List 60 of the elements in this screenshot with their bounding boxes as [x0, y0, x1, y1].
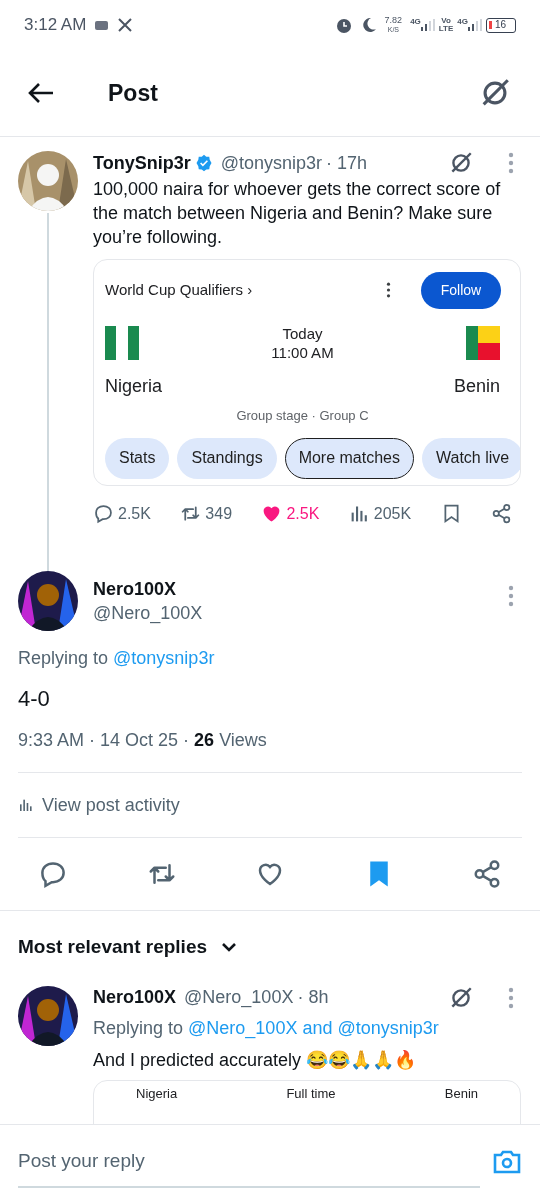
post-text: 100,000 naira for whoever gets the correct score of the match between Nigeria and Benin? Make sure you’re following.: [93, 178, 502, 249]
more-options-icon[interactable]: [386, 282, 391, 298]
network-type: 4G: [410, 16, 421, 28]
reply-icon: [93, 503, 114, 524]
volte-label: Vo: [441, 17, 451, 25]
kickoff-time: 11:00 AM: [271, 343, 334, 362]
replying-to-text: Replying to @Nero_100X and @tonysnip3r: [93, 1016, 440, 1041]
alarm-icon: [334, 16, 353, 34]
like-button[interactable]: 2.5K: [261, 501, 320, 526]
share-button[interactable]: [490, 503, 512, 524]
x-logo-icon: [118, 18, 133, 32]
sort-dropdown[interactable]: Most relevant replies: [18, 933, 238, 962]
flag-icon: [466, 326, 500, 360]
reply-icon[interactable]: [38, 859, 68, 889]
network-type: 4G: [457, 16, 468, 28]
match-day: Today: [282, 324, 323, 343]
chevron-down-icon: [221, 942, 238, 953]
back-icon[interactable]: [28, 82, 54, 104]
status-time: 3:12 AM: [24, 14, 87, 37]
post-text: 4-0: [18, 685, 51, 713]
post-meta: 9:33 AM · 14 Oct 25 · 26 Views: [18, 729, 268, 752]
team-name: Nigeria: [136, 1084, 178, 1103]
page-title: Post: [108, 78, 158, 108]
author-handle: @Nero_100X: [93, 602, 204, 625]
battery-level: 16: [495, 20, 507, 30]
network-speed: 7.82: [384, 16, 403, 25]
views-button[interactable]: 205K: [348, 501, 412, 526]
author-handle: @Nero_100X: [184, 986, 294, 1010]
share-icon: [490, 503, 512, 524]
match-stage: Group stage · Group C: [236, 407, 369, 425]
team-name: Nigeria: [105, 375, 164, 398]
team-name: Benin: [453, 375, 500, 398]
views-icon: [18, 797, 34, 813]
post-time: · 8h: [297, 986, 329, 1009]
chip-tab[interactable]: Standings: [177, 437, 277, 479]
team-name: Benin: [444, 1084, 478, 1103]
volte-label: LTE: [438, 25, 454, 33]
author-name: Nero100X: [93, 986, 177, 1009]
competition-link[interactable]: World Cup Qualifiers ›: [105, 278, 253, 302]
author-name: Nero100X: [93, 578, 178, 601]
repost-button[interactable]: 349: [180, 501, 233, 526]
chip-tab[interactable]: Watch live: [422, 437, 520, 479]
author-handle: @tonysnip3r: [220, 151, 322, 175]
reply-button[interactable]: 2.5K: [93, 501, 151, 526]
match-status: Full time: [286, 1084, 336, 1103]
chip-tab[interactable]: Stats: [105, 437, 170, 479]
notification-icon: [94, 19, 111, 31]
post-time: · 17h: [326, 151, 368, 175]
moon-icon: [360, 17, 377, 33]
replying-to-text: Replying to @tonysnip3r: [18, 647, 216, 670]
post-text: And I predicted accurately 😂😂🙏🙏🔥: [93, 1048, 418, 1072]
view-activity-link[interactable]: View post activity: [18, 773, 180, 837]
flag-icon: [105, 326, 139, 360]
signal-icon: [420, 19, 435, 31]
signal-icon: [468, 19, 482, 31]
chip-tab[interactable]: More matches: [284, 437, 414, 479]
share-icon[interactable]: [472, 859, 502, 889]
follow-button[interactable]: Follow: [421, 271, 501, 309]
author-name: TonySnip3r: [93, 151, 191, 175]
camera-icon[interactable]: [492, 1149, 522, 1175]
